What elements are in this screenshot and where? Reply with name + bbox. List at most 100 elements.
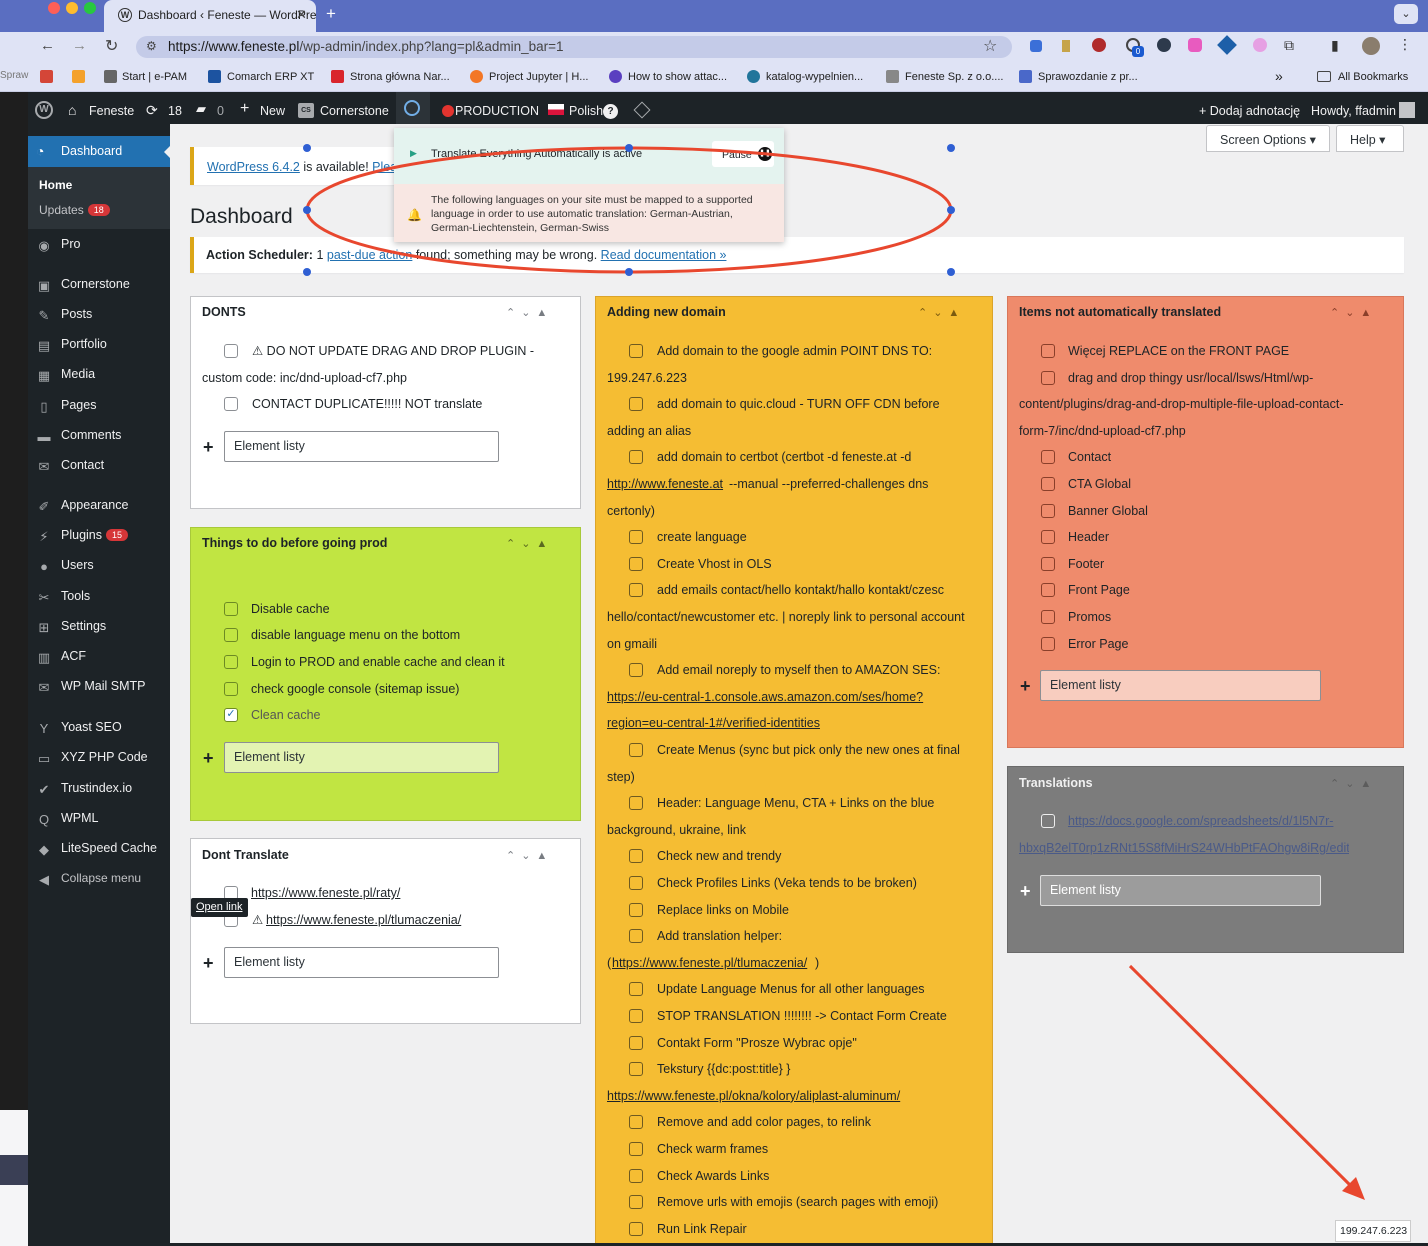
todo-item-text: Check warm frames <box>657 1142 769 1156</box>
sidebar-item-acf[interactable]: ▥ ACF <box>28 643 170 673</box>
todo-checkbox[interactable]: ✓ <box>224 708 238 722</box>
selection-handle[interactable] <box>947 144 955 152</box>
todo-checkbox[interactable] <box>629 344 643 358</box>
sidebar-posts-icon: ✎ <box>38 308 50 323</box>
sidebar-item-wp-mail-smtp[interactable]: ✉ WP Mail SMTP <box>28 673 170 703</box>
sidebar-tools-icon: ✂ <box>38 590 50 605</box>
todo-checkbox[interactable] <box>629 1062 643 1077</box>
todo-checkbox[interactable] <box>629 796 643 811</box>
sidebar-item-label: ACF <box>61 649 86 663</box>
todo-checkbox[interactable] <box>224 628 238 642</box>
todo-item-link[interactable]: https://www.feneste.pl/okna/kolory/alipl… <box>607 1083 900 1110</box>
sidebar-item-cornerstone[interactable]: ▣ Cornerstone <box>28 271 170 301</box>
todo-item-text: Contakt Form "Prosze Wybrac opje" <box>657 1035 857 1050</box>
todo-item-text: Remove and add color pages, to relink <box>657 1115 872 1130</box>
todo-checkbox[interactable] <box>629 556 643 571</box>
todo-item-link[interactable]: https://www.feneste.pl/tlumaczenia/ <box>612 950 807 977</box>
todo-item-text: Add translation helper: <box>657 929 783 944</box>
todo-checkbox[interactable] <box>629 849 643 864</box>
todo-checkbox[interactable] <box>1041 610 1055 624</box>
sidebar-item-pages[interactable]: ▯ Pages <box>28 392 170 422</box>
todo-checkbox[interactable] <box>629 1142 643 1156</box>
todo-item-link[interactable]: https://eu-central-1.console.aws.amazon.… <box>607 684 923 711</box>
todo-checkbox[interactable] <box>629 450 643 465</box>
todo-checkbox[interactable] <box>224 602 238 616</box>
todo-checkbox[interactable] <box>629 583 643 598</box>
todo-item-link[interactable]: http://www.feneste.at <box>607 471 723 498</box>
todo-checkbox[interactable] <box>1041 530 1055 545</box>
todo-checkbox[interactable] <box>629 1168 643 1183</box>
todo-checkbox[interactable] <box>629 1035 643 1050</box>
sidebar-item-contact[interactable]: ✉ Contact <box>28 452 170 482</box>
sidebar-item-portfolio[interactable]: ▤ Portfolio <box>28 331 170 361</box>
selection-handle[interactable] <box>303 206 311 214</box>
todo-checkbox[interactable] <box>1041 344 1055 358</box>
todo-item-text: Clean cache <box>251 708 321 722</box>
todo-checkbox[interactable] <box>1041 556 1055 571</box>
sidebar-item-xyz-php-code[interactable]: ▭ XYZ PHP Code <box>28 744 170 774</box>
sidebar-item-wpml[interactable]: Q WPML <box>28 805 170 835</box>
todo-checkbox[interactable] <box>1041 503 1055 518</box>
todo-checkbox[interactable] <box>1041 477 1055 491</box>
selection-handle[interactable] <box>947 268 955 276</box>
sidebar-comments-icon: ▬ <box>37 429 51 444</box>
todo-item-text: Create Vhost in OLS <box>657 556 772 571</box>
sidebar-item-posts[interactable]: ✎ Posts <box>28 301 170 331</box>
todo-item-text: --manual --preferred-challenges dns <box>729 477 929 491</box>
todo-item-text: background, ukraine, link <box>607 822 746 837</box>
sidebar-item-label: Settings <box>61 619 107 633</box>
todo-item-text: Add domain to the google admin POINT DNS… <box>657 344 933 358</box>
todo-item-text: Run Link Repair <box>657 1221 747 1236</box>
todo-checkbox[interactable] <box>629 743 643 757</box>
todo-item-text: STOP TRANSLATION !!!!!!!! -> Contact For… <box>657 1009 947 1023</box>
sidebar-item-label: Plugins <box>61 528 102 542</box>
sidebar-item-collapse-menu[interactable]: ◀ Collapse menu <box>28 865 170 895</box>
todo-item-text: Więcej REPLACE on the FRONT PAGE <box>1068 344 1290 358</box>
todo-item-text: CTA Global <box>1068 477 1131 491</box>
sidebar-item-trustindex-io[interactable]: ✔ Trustindex.io <box>28 775 170 805</box>
todo-checkbox[interactable] <box>1041 370 1055 385</box>
sidebar-item-media[interactable]: ▦ Media <box>28 361 170 391</box>
todo-checkbox[interactable] <box>629 397 643 412</box>
sidebar-item-pro[interactable]: ◉ Pro <box>28 231 170 261</box>
todo-checkbox[interactable] <box>629 902 643 917</box>
sidebar-wpml-icon: Q <box>38 812 50 827</box>
todo-checkbox[interactable] <box>629 982 643 997</box>
selection-handle[interactable] <box>625 268 633 276</box>
sidebar-item-litespeed-cache[interactable]: ◆ LiteSpeed Cache <box>28 835 170 865</box>
sidebar-item-label: Users <box>61 558 94 572</box>
sidebar-item-label: Pro <box>61 237 81 251</box>
selection-handle[interactable] <box>947 206 955 214</box>
todo-checkbox[interactable] <box>1041 583 1055 598</box>
sidebar-item-settings[interactable]: ⊞ Settings <box>28 613 170 643</box>
sidebar-item-comments[interactable]: ▬ Comments <box>28 422 170 452</box>
todo-checkbox[interactable] <box>629 530 643 545</box>
todo-item-text: content/plugins/drag-and-drop-multiple-f… <box>1019 397 1344 412</box>
todo-checkbox[interactable] <box>629 663 643 678</box>
todo-item-text: Tekstury {{dc:post:title} } <box>657 1062 791 1077</box>
sidebar-item-yoast-seo[interactable]: Y Yoast SEO <box>28 714 170 744</box>
todo-item-text: Check Profiles Links (Veka tends to be b… <box>657 876 917 890</box>
todo-checkbox[interactable] <box>629 1221 643 1236</box>
todo-checkbox[interactable] <box>629 1115 643 1130</box>
sidebar-item-appearance[interactable]: ✐ Appearance <box>28 492 170 522</box>
sidebar-item-label: Comments <box>61 428 122 442</box>
todo-checkbox[interactable] <box>629 1195 643 1210</box>
todo-checkbox[interactable] <box>224 682 238 696</box>
todo-checkbox[interactable] <box>629 1009 643 1023</box>
sidebar-item-plugins[interactable]: ⚡ Plugins 15 <box>28 522 170 552</box>
sidebar-item-tools[interactable]: ✂ Tools <box>28 583 170 613</box>
todo-checkbox[interactable] <box>629 929 643 944</box>
selection-handle[interactable] <box>625 144 633 152</box>
selection-handle[interactable] <box>303 144 311 152</box>
todo-checkbox[interactable] <box>1041 636 1055 651</box>
sidebar-item-label: Pages <box>61 398 97 412</box>
todo-checkbox[interactable] <box>629 876 643 890</box>
sidebar-item-users[interactable]: ● Users <box>28 552 170 582</box>
todo-checkbox[interactable] <box>1041 450 1055 465</box>
todo-item-text: add emails contact/hello kontakt/hallo k… <box>657 583 944 598</box>
sidebar-portfolio-icon: ▤ <box>37 338 51 353</box>
todo-item-link[interactable]: region=eu-central-1#/verified-identities <box>607 710 820 737</box>
todo-checkbox[interactable] <box>224 655 238 669</box>
selection-handle[interactable] <box>303 268 311 276</box>
